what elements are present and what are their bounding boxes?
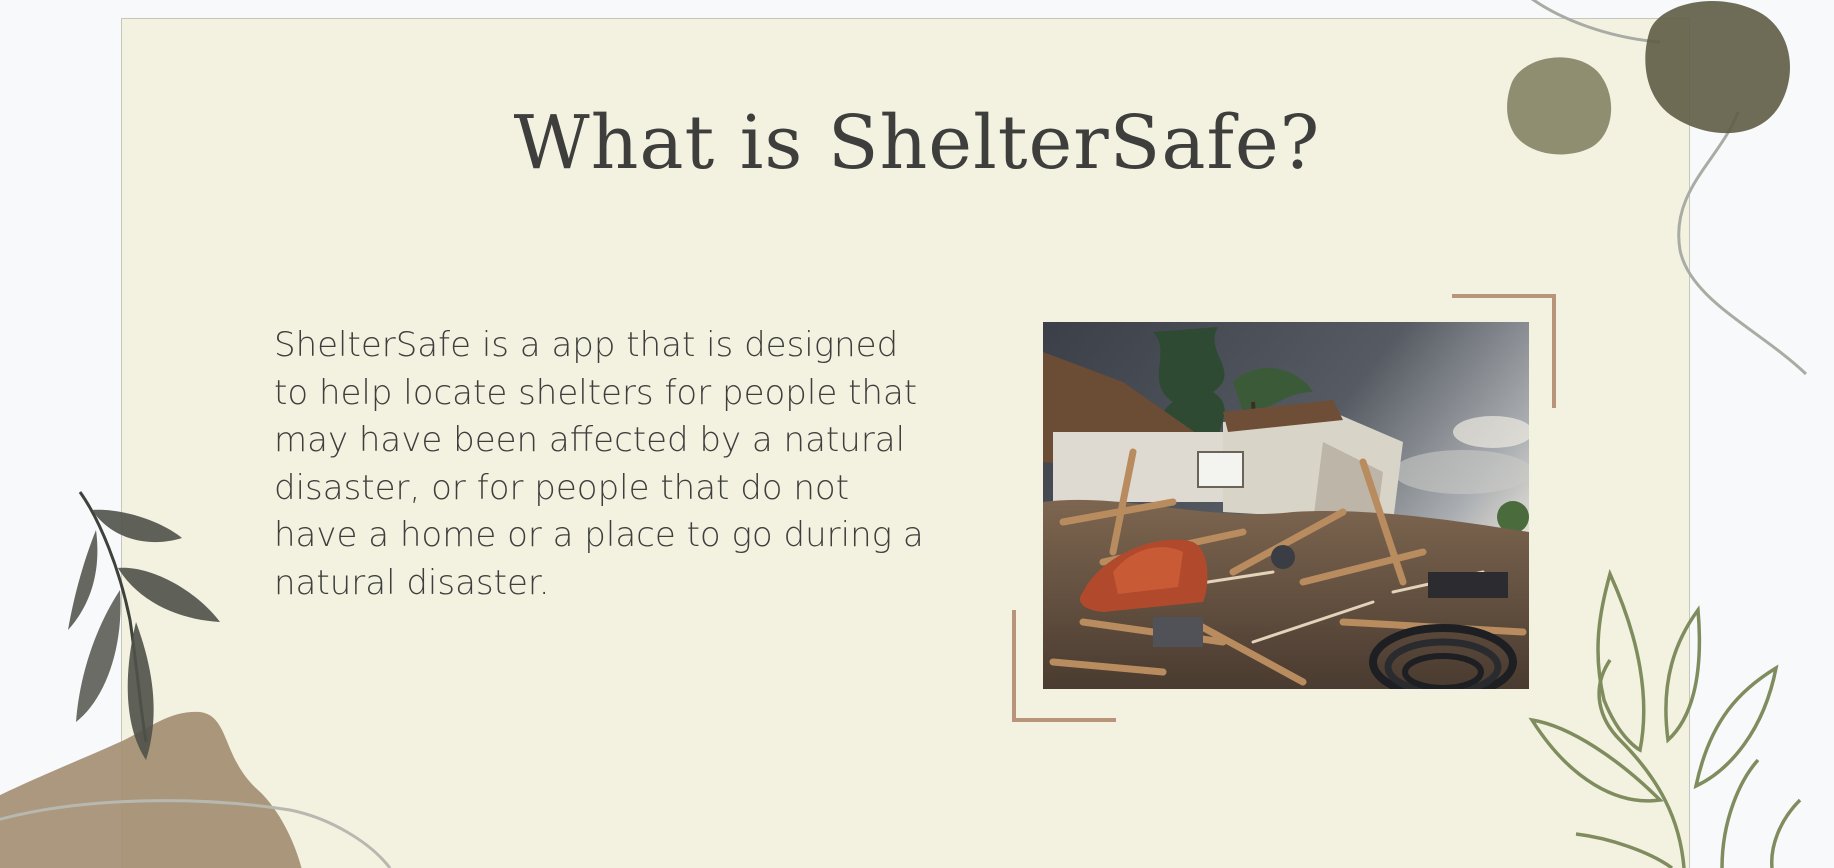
debris-image-icon	[1043, 322, 1529, 689]
disaster-photo	[1043, 322, 1529, 689]
page-title: What is ShelterSafe?	[513, 100, 1321, 186]
body-text: ShelterSafe is a app that is designed to…	[274, 325, 924, 603]
slide-stage: What is ShelterSafe? ShelterSafe is a ap…	[0, 0, 1834, 868]
